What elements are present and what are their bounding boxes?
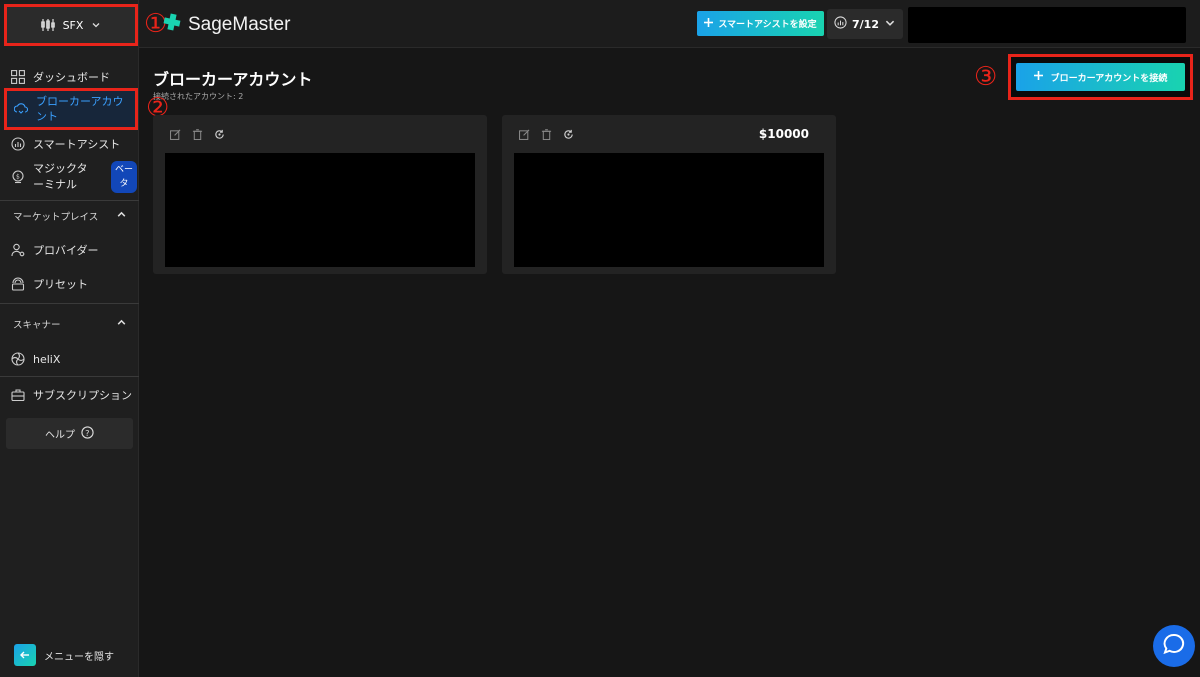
sidebar-item-subscription[interactable]: サブスクリプション (0, 386, 139, 404)
divider (0, 376, 139, 377)
briefcase-icon (11, 388, 25, 402)
plus-icon (1033, 71, 1043, 83)
chevron-down-icon (91, 20, 101, 30)
refresh-icon[interactable] (562, 128, 574, 140)
broker-account-card (153, 115, 487, 274)
sidebar-item-label: ダッシュボード (33, 71, 110, 84)
sidebar: SFX ダッシュボード ブローカーアカウント スマートアシスト $ マジックター… (0, 0, 139, 677)
divider (0, 200, 139, 201)
svg-text:?: ? (85, 427, 89, 437)
connect-broker-account-label: ブローカーアカウントを接続 (1050, 73, 1168, 84)
section-label: マーケットプレイス (13, 212, 99, 223)
account-balance: $10000 (758, 127, 809, 141)
question-icon: ? (81, 425, 94, 442)
support-chat-button[interactable] (1153, 625, 1195, 667)
set-smart-assist-button[interactable]: スマートアシストを設定 (697, 11, 824, 36)
sidebar-item-dashboard[interactable]: ダッシュボード (0, 68, 139, 86)
smart-assist-counter[interactable]: 7/12 (827, 9, 903, 39)
sidebar-item-label: ブローカーアカウント (36, 95, 124, 123)
edit-icon[interactable] (518, 128, 530, 140)
trash-icon[interactable] (191, 128, 203, 140)
helix-icon (11, 352, 25, 366)
refresh-icon[interactable] (213, 128, 225, 140)
cloud-sync-icon (14, 102, 28, 116)
annotation-marker-3: ③ (974, 62, 998, 92)
counter-value: 7/12 (852, 17, 879, 31)
chat-icon (1163, 633, 1185, 659)
help-label: ヘルプ (45, 430, 75, 441)
brand-logo[interactable]: SageMaster (162, 12, 290, 38)
section-marketplace[interactable]: マーケットプレイス (0, 207, 139, 225)
preset-icon (11, 277, 25, 291)
brand-name: SageMaster (188, 14, 291, 35)
sidebar-item-smart-assist[interactable]: スマートアシスト (0, 135, 139, 153)
account-switcher[interactable]: SFX (4, 4, 138, 46)
hide-menu-label: メニューを隠す (44, 651, 114, 663)
sidebar-item-label: プリセット (33, 278, 88, 291)
trash-icon[interactable] (540, 128, 552, 140)
account-switcher-label: SFX (62, 18, 84, 32)
sidebar-item-label: マジックターミナル (33, 162, 88, 191)
broker-account-card: $10000 (502, 115, 836, 274)
hide-menu-button[interactable]: メニューを隠す (14, 644, 114, 666)
sidebar-item-label: プロバイダー (33, 244, 99, 257)
coin-icon: $ (11, 170, 25, 184)
divider (0, 303, 139, 304)
chart-icon (834, 16, 847, 32)
sidebar-item-broker-accounts[interactable]: ブローカーアカウント (4, 88, 138, 130)
sidebar-item-presets[interactable]: プリセット (0, 275, 139, 293)
sidebar-item-label: サブスクリプション (33, 389, 132, 402)
chevron-up-icon (116, 209, 127, 223)
beta-badge: ベータ (111, 161, 137, 193)
grid-icon (11, 70, 25, 84)
candlestick-icon (40, 19, 55, 31)
account-details-redacted (514, 153, 824, 267)
set-smart-assist-label: スマートアシストを設定 (718, 20, 817, 30)
chart-icon (11, 137, 25, 151)
chevron-down-icon (884, 17, 896, 32)
section-scanner[interactable]: スキャナー (0, 315, 139, 333)
plus-icon (704, 17, 714, 30)
chevron-up-icon (116, 317, 127, 331)
sidebar-item-label: heliX (33, 352, 61, 366)
sidebar-item-magic-terminal[interactable]: $ マジックターミナル ベータ (0, 161, 139, 193)
section-label: スキャナー (13, 320, 61, 331)
sidebar-item-label: スマートアシスト (33, 138, 121, 151)
edit-icon[interactable] (169, 128, 181, 140)
connect-broker-account-button[interactable]: ブローカーアカウントを接続 (1016, 63, 1185, 91)
svg-text:$: $ (16, 174, 20, 181)
page-title: ブローカーアカウント (153, 70, 313, 89)
sidebar-item-helix[interactable]: heliX (0, 350, 139, 368)
user-menu-redacted[interactable] (908, 7, 1186, 43)
sidebar-item-providers[interactable]: プロバイダー (0, 241, 139, 259)
account-details-redacted (165, 153, 475, 267)
arrow-left-icon (14, 644, 36, 666)
sagemaster-logo-icon (162, 12, 182, 38)
help-button[interactable]: ヘルプ ? (6, 418, 133, 449)
user-gear-icon (11, 243, 25, 257)
